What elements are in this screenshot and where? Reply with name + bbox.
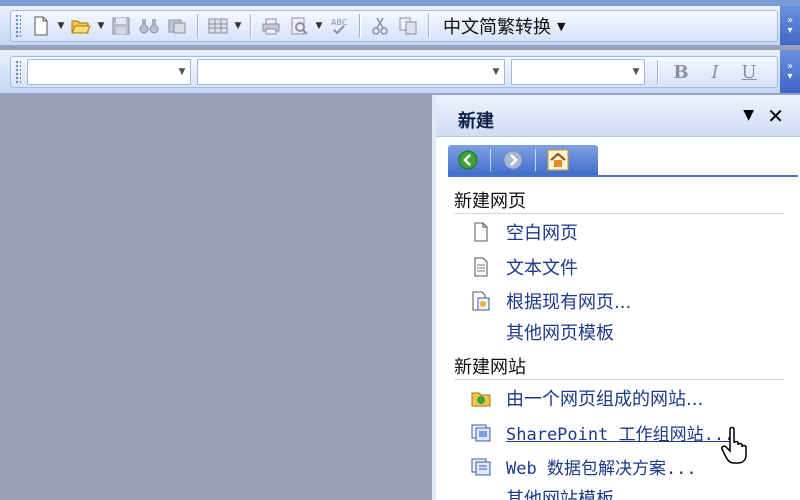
nav-separator: [535, 149, 536, 171]
text-file-link[interactable]: 文本文件: [468, 252, 578, 282]
standard-toolbar-body: ▼ ▼ ▼ ▼ ABC 中文简繁转换 ▼: [10, 10, 778, 42]
text-file-icon: [468, 254, 494, 280]
other-page-templates-label: 其他网页模板: [506, 323, 614, 344]
formatting-toolbar-body: ▼ ▼ ▼ B I U: [10, 56, 778, 88]
other-site-templates-label: 其他网站模板: [506, 489, 614, 500]
nav-divider: [448, 175, 798, 177]
web-package-link[interactable]: Web 数据包解决方案...: [468, 451, 697, 481]
chinese-conversion-label: 中文简繁转换: [443, 17, 551, 38]
toolbar-separator: [657, 60, 658, 84]
bold-button[interactable]: B: [664, 58, 698, 86]
task-pane-header: 新建 ▼ ✕: [436, 95, 800, 137]
chinese-conversion-button[interactable]: 中文简繁转换 ▼: [435, 12, 573, 40]
print-preview-icon: [291, 17, 308, 35]
task-pane-close-button[interactable]: ✕: [767, 104, 784, 128]
blank-page-label: 空白网页: [506, 223, 578, 244]
chevron-down-icon: ▼: [492, 67, 500, 77]
forward-button[interactable]: [499, 147, 527, 173]
home-icon: [547, 149, 569, 171]
forward-arrow-icon: [503, 150, 523, 170]
web-package-icon: [468, 453, 494, 479]
section-heading-new-page: 新建网页: [454, 191, 526, 212]
scissors-icon: [372, 17, 388, 35]
open-dropdown[interactable]: ▼: [95, 12, 107, 40]
cut-button[interactable]: [366, 12, 394, 40]
document-workspace[interactable]: [0, 95, 432, 500]
copy-button[interactable]: [394, 12, 422, 40]
new-document-button[interactable]: [27, 12, 55, 40]
section-heading-new-site: 新建网站: [454, 357, 526, 378]
single-page-site-link[interactable]: 由一个网页组成的网站...: [468, 383, 703, 413]
section-divider: [454, 379, 784, 380]
double-chevron-icon: »: [786, 14, 794, 26]
italic-button[interactable]: I: [698, 58, 732, 86]
font-select[interactable]: ▼: [197, 59, 505, 85]
sharepoint-site-link[interactable]: SharePoint 工作组网站...: [468, 417, 734, 447]
toolbar-separator: [359, 14, 360, 38]
standard-toolbar: ▼ ▼ ▼ ▼ ABC 中文简繁转换 ▼ » ▾: [0, 6, 800, 46]
formatting-toolbar: ▼ ▼ ▼ B I U » ▾: [0, 50, 800, 94]
spelling-button[interactable]: ABC: [325, 12, 353, 40]
print-preview-dropdown[interactable]: ▼: [313, 12, 325, 40]
toolbar-separator: [197, 14, 198, 38]
blank-page-icon: [468, 219, 494, 245]
single-page-site-icon: [468, 385, 494, 411]
other-site-templates-link[interactable]: 其他网站模板: [506, 483, 614, 500]
toolbar-grip[interactable]: [15, 14, 21, 38]
double-chevron-icon: »: [786, 60, 794, 72]
existing-page-link[interactable]: 根据现有网页...: [468, 286, 631, 316]
chevron-down-icon: ▾: [787, 70, 793, 82]
copy-icon: [399, 17, 417, 35]
open-folder-icon: [71, 20, 91, 34]
spelling-icon: ABC: [331, 18, 348, 35]
chevron-down-icon: ▼: [557, 19, 566, 33]
font-size-select[interactable]: ▼: [511, 59, 645, 85]
text-file-label: 文本文件: [506, 258, 578, 279]
task-pane-title: 新建: [458, 111, 494, 132]
new-document-dropdown[interactable]: ▼: [55, 12, 67, 40]
binoculars-icon: [139, 19, 159, 34]
back-button[interactable]: [454, 147, 482, 173]
sharepoint-site-label: SharePoint 工作组网站...: [506, 424, 735, 445]
chevron-down-icon: ▾: [787, 24, 793, 36]
nav-separator: [490, 149, 491, 171]
underline-button[interactable]: U: [732, 58, 766, 86]
hand-cursor-icon: [721, 426, 747, 464]
blank-page-link[interactable]: 空白网页: [468, 217, 578, 247]
toolbar-grip[interactable]: [15, 60, 21, 84]
web-package-label: Web 数据包解决方案...: [506, 458, 697, 479]
chevron-down-icon: ▼: [632, 67, 640, 77]
sharepoint-site-icon: [468, 419, 494, 445]
find-button[interactable]: [135, 12, 163, 40]
svg-text:ABC: ABC: [331, 18, 348, 27]
task-pane-menu-button[interactable]: ▼: [743, 107, 754, 123]
style-select[interactable]: ▼: [27, 59, 191, 85]
toolbar-options-button[interactable]: » ▾: [780, 6, 800, 45]
table-icon: [208, 18, 228, 34]
save-button[interactable]: [107, 12, 135, 40]
toolbar-options-button[interactable]: » ▾: [780, 50, 800, 93]
other-page-templates-link[interactable]: 其他网页模板: [506, 317, 614, 347]
home-button[interactable]: [544, 147, 572, 173]
toolbar-separator: [428, 14, 429, 38]
task-pane-nav: [448, 145, 598, 175]
save-icon: [112, 17, 130, 35]
table-dropdown[interactable]: ▼: [232, 12, 244, 40]
toolbar-separator: [250, 14, 251, 38]
publish-icon: [168, 19, 186, 34]
existing-page-icon: [468, 288, 494, 314]
back-arrow-icon: [458, 150, 478, 170]
chevron-down-icon: ▼: [178, 67, 186, 77]
existing-page-label: 根据现有网页...: [506, 292, 632, 313]
new-document-icon: [34, 16, 48, 36]
open-button[interactable]: [67, 12, 95, 40]
single-page-site-label: 由一个网页组成的网站...: [506, 389, 704, 410]
table-button[interactable]: [204, 12, 232, 40]
print-preview-button[interactable]: [285, 12, 313, 40]
print-button[interactable]: [257, 12, 285, 40]
publish-button[interactable]: [163, 12, 191, 40]
section-divider: [454, 213, 784, 214]
print-icon: [262, 18, 280, 35]
